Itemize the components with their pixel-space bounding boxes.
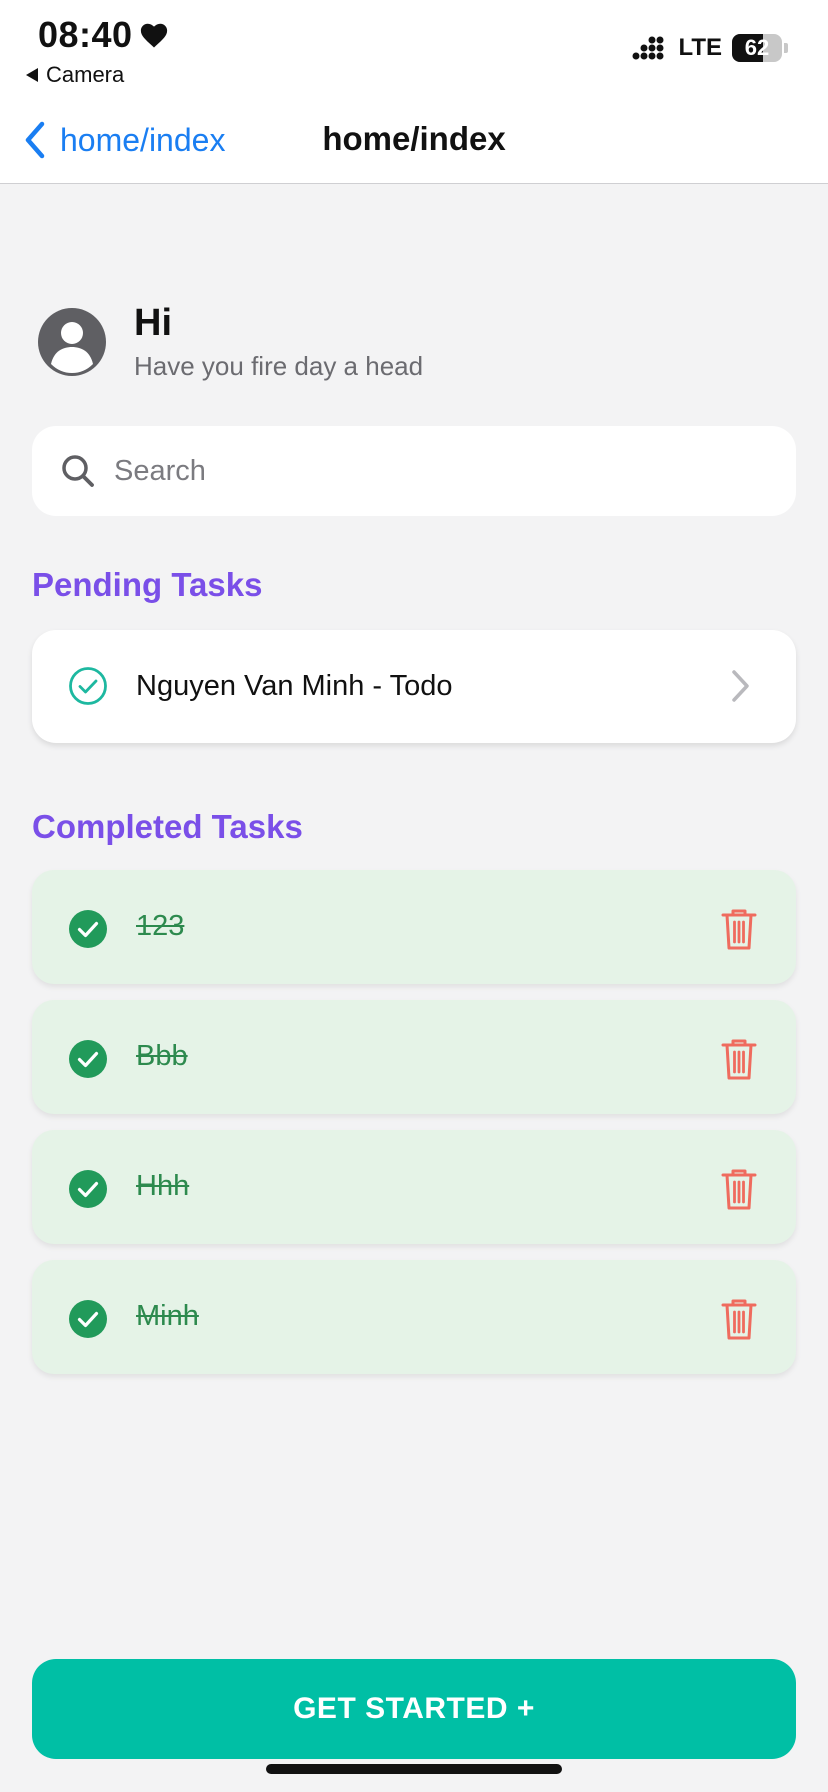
completed-task-label: Hhh (136, 1170, 190, 1202)
status-time: 08:40 (38, 14, 133, 55)
completed-section-title: Completed Tasks (32, 808, 303, 845)
trash-icon[interactable] (720, 1297, 758, 1341)
pending-task-item[interactable]: Nguyen Van Minh - Todo (32, 630, 796, 743)
home-indicator[interactable] (266, 1764, 562, 1774)
pending-task-label: Nguyen Van Minh - Todo (136, 670, 453, 702)
completed-task-item[interactable]: Minh (32, 1260, 796, 1374)
trash-icon[interactable] (720, 1167, 758, 1211)
check-circle-filled-icon[interactable] (68, 1039, 108, 1079)
trash-icon[interactable] (720, 907, 758, 951)
user-avatar-icon (38, 308, 106, 376)
nav-title: home/index (322, 120, 506, 157)
search-icon (62, 455, 94, 487)
completed-task-item[interactable]: Bbb (32, 1000, 796, 1114)
check-circle-outline-icon[interactable] (68, 666, 108, 706)
back-triangle-icon (26, 68, 38, 82)
completed-task-item[interactable]: Hhh (32, 1130, 796, 1244)
status-bar: 08:40 Camera LTE 62 (0, 0, 828, 100)
completed-task-label: Minh (136, 1300, 199, 1332)
battery-cap (784, 43, 788, 53)
network-type: LTE (678, 34, 722, 61)
check-circle-filled-icon[interactable] (68, 909, 108, 949)
navigation-bar: home/index home/index (0, 100, 828, 184)
greeting: Hi Have you fire day a head (38, 302, 423, 382)
get-started-button[interactable]: GET STARTED + (32, 1659, 796, 1759)
battery-indicator: 62 (732, 34, 782, 62)
greeting-subtitle: Have you fire day a head (134, 351, 424, 381)
status-indicators: LTE 62 (630, 34, 788, 62)
status-time-group: 08:40 (38, 14, 169, 56)
search-input[interactable] (114, 454, 754, 488)
signal-icon (632, 36, 664, 60)
pending-section-title: Pending Tasks (32, 566, 263, 603)
heart-icon (140, 23, 167, 48)
greeting-text: Hi Have you fire day a head (134, 302, 423, 382)
check-circle-filled-icon[interactable] (68, 1169, 108, 1209)
search-bar[interactable] (32, 426, 796, 516)
back-app-label: Camera (46, 62, 125, 87)
chevron-right-icon (732, 670, 749, 702)
check-circle-filled-icon[interactable] (68, 1299, 108, 1339)
greeting-title: Hi (134, 302, 172, 344)
completed-task-label: Bbb (136, 1040, 188, 1072)
completed-task-item[interactable]: 123 (32, 870, 796, 984)
battery-percent: 62 (744, 35, 770, 60)
trash-icon[interactable] (720, 1037, 758, 1081)
completed-task-label: 123 (136, 910, 185, 942)
back-to-app-button[interactable]: Camera (26, 62, 124, 88)
